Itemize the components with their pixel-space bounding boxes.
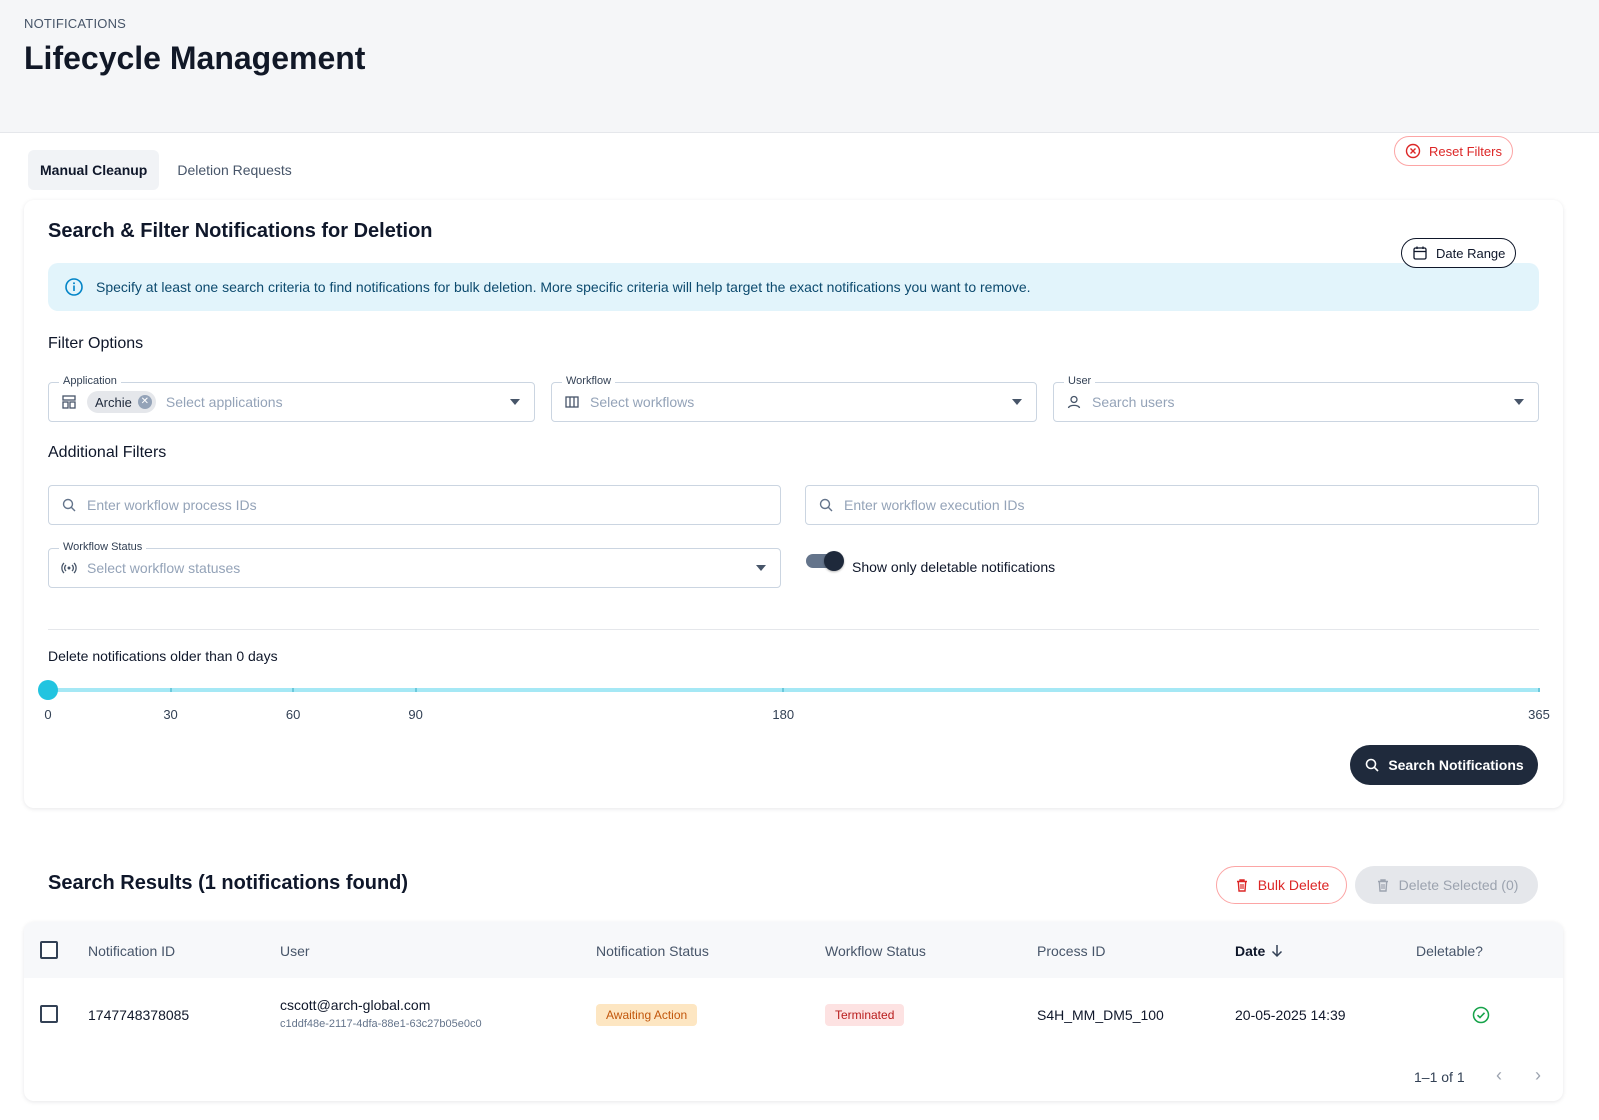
workflow-select[interactable]: Workflow Select workflows bbox=[551, 375, 1037, 422]
apps-icon bbox=[62, 395, 76, 409]
search-icon bbox=[62, 498, 76, 512]
slider-mark bbox=[292, 688, 295, 692]
column-header-workflow-status[interactable]: Workflow Status bbox=[825, 943, 926, 959]
column-header-date[interactable]: Date bbox=[1235, 943, 1283, 959]
search-notifications-button[interactable]: Search Notifications bbox=[1350, 745, 1538, 785]
results-title: Search Results (1 notifications found) bbox=[48, 872, 409, 894]
delete-selected-button[interactable]: Delete Selected (0) bbox=[1355, 866, 1538, 904]
additional-filters-label: Additional Filters bbox=[48, 444, 167, 461]
calendar-icon bbox=[1413, 246, 1427, 260]
chevron-down-icon bbox=[1514, 399, 1524, 405]
page-eyebrow: NOTIFICATIONS bbox=[24, 16, 127, 31]
age-slider-thumb[interactable] bbox=[38, 680, 58, 700]
age-slider-label: Delete notifications older than 0 days bbox=[48, 648, 278, 664]
application-label: Application bbox=[59, 375, 121, 387]
application-select[interactable]: Application Archie ✕ Select applications bbox=[48, 375, 535, 422]
date-range-button[interactable]: Date Range bbox=[1401, 238, 1517, 268]
date-range-label: Date Range bbox=[1436, 245, 1506, 261]
tab-manual-cleanup[interactable]: Manual Cleanup bbox=[28, 150, 160, 190]
arrow-down-icon bbox=[1272, 945, 1283, 958]
trash-icon bbox=[1236, 879, 1247, 892]
info-alert: Specify at least one search criteria to … bbox=[48, 263, 1539, 311]
search-icon bbox=[1366, 758, 1379, 772]
chevron-down-icon bbox=[1012, 399, 1022, 405]
deletable-toggle-label: Show only deletable notifications bbox=[852, 559, 1056, 575]
workflow-status-label: Workflow Status bbox=[59, 541, 147, 553]
bulk-delete-button[interactable]: Bulk Delete bbox=[1216, 866, 1347, 904]
page-header: NOTIFICATIONS Lifecycle Management bbox=[0, 0, 1599, 133]
age-slider-rail[interactable] bbox=[48, 688, 1539, 692]
deletable-toggle[interactable] bbox=[806, 551, 844, 571]
slider-mark bbox=[169, 688, 172, 692]
workflow-placeholder: Select workflows bbox=[590, 394, 695, 410]
check-circle-icon bbox=[1472, 1006, 1490, 1024]
trash-icon bbox=[1377, 879, 1388, 892]
table-header: Notification ID User Notification Status… bbox=[24, 922, 1563, 978]
process-ids-placeholder: Enter workflow process IDs bbox=[87, 497, 257, 513]
slider-mark-label: 180 bbox=[772, 707, 795, 722]
divider bbox=[48, 629, 1539, 630]
column-header-notification-status[interactable]: Notification Status bbox=[596, 943, 709, 959]
slider-mark-label: 90 bbox=[408, 707, 423, 722]
column-header-date-label: Date bbox=[1235, 943, 1266, 959]
process-ids-input[interactable]: Enter workflow process IDs bbox=[48, 485, 781, 525]
execution-ids-input[interactable]: Enter workflow execution IDs bbox=[805, 485, 1539, 525]
chevron-down-icon bbox=[510, 399, 520, 405]
delete-selected-label: Delete Selected (0) bbox=[1398, 877, 1519, 893]
page-title: Lifecycle Management bbox=[24, 40, 366, 76]
slider-mark bbox=[414, 688, 417, 692]
user-icon bbox=[1067, 395, 1081, 409]
notification-status-badge: Awaiting Action bbox=[596, 1004, 698, 1026]
cell-date: 20-05-2025 14:39 bbox=[1235, 1007, 1346, 1023]
tab-deletion-requests[interactable]: Deletion Requests bbox=[165, 150, 303, 190]
broadcast-icon bbox=[61, 562, 77, 574]
user-select[interactable]: User Search users bbox=[1053, 375, 1539, 422]
pagination-range: 1–1 of 1 bbox=[1414, 1069, 1465, 1085]
select-all-checkbox[interactable] bbox=[40, 941, 58, 959]
workflow-status-placeholder: Select workflow statuses bbox=[87, 560, 241, 576]
column-header-notification-id[interactable]: Notification ID bbox=[88, 943, 175, 959]
user-placeholder: Search users bbox=[1092, 394, 1175, 410]
user-label: User bbox=[1064, 375, 1096, 387]
slider-mark-label: 30 bbox=[163, 707, 178, 722]
info-icon bbox=[65, 278, 83, 296]
slider-mark bbox=[782, 688, 785, 692]
column-header-user[interactable]: User bbox=[280, 943, 310, 959]
chevron-down-icon bbox=[756, 565, 766, 571]
workflow-status-select[interactable]: Workflow Status Select workflow statuses bbox=[48, 541, 781, 588]
workflow-status-badge: Terminated bbox=[825, 1004, 905, 1026]
cell-notification-id: 1747748378085 bbox=[88, 1007, 190, 1023]
execution-ids-placeholder: Enter workflow execution IDs bbox=[844, 497, 1025, 513]
chip-remove-icon[interactable]: ✕ bbox=[137, 395, 152, 409]
bulk-delete-label: Bulk Delete bbox=[1257, 877, 1330, 893]
workflow-label: Workflow bbox=[562, 375, 616, 387]
slider-mark-label: 60 bbox=[285, 707, 301, 722]
results-table: Notification ID User Notification Status… bbox=[24, 922, 1563, 1101]
slider-mark-label: 0 bbox=[44, 707, 52, 722]
search-notifications-label: Search Notifications bbox=[1388, 757, 1524, 773]
tab-bar: Manual Cleanup Deletion Requests bbox=[28, 150, 304, 190]
chevron-right-icon[interactable]: › bbox=[1535, 1065, 1541, 1086]
chevron-left-icon[interactable]: ‹ bbox=[1496, 1065, 1502, 1086]
cell-user-email: cscott@arch-global.com bbox=[280, 997, 431, 1013]
column-header-process-id[interactable]: Process ID bbox=[1037, 943, 1105, 959]
cell-process-id: S4H_MM_DM5_100 bbox=[1037, 1007, 1164, 1023]
reset-filters-button[interactable]: Reset Filters bbox=[1394, 136, 1513, 166]
filter-card-title: Search & Filter Notifications for Deleti… bbox=[48, 220, 433, 242]
cell-user-id: c1ddf48e-2117-4dfa-88e1-63c27b05e0c0 bbox=[280, 1018, 482, 1030]
info-alert-text: Specify at least one search criteria to … bbox=[96, 279, 1031, 295]
search-icon bbox=[819, 498, 833, 512]
reset-filters-label: Reset Filters bbox=[1429, 143, 1502, 159]
slider-mark-label: 365 bbox=[1528, 707, 1550, 722]
row-checkbox[interactable] bbox=[40, 1005, 58, 1023]
columns-icon bbox=[565, 396, 579, 408]
slider-mark bbox=[1538, 688, 1540, 692]
application-chip-label: Archie bbox=[95, 394, 132, 410]
application-placeholder: Select applications bbox=[165, 394, 283, 410]
application-chip: Archie ✕ bbox=[87, 391, 156, 413]
cancel-circle-icon bbox=[1405, 143, 1421, 159]
filter-options-label: Filter Options bbox=[48, 335, 144, 352]
column-header-deletable[interactable]: Deletable? bbox=[1416, 943, 1483, 959]
toggle-knob bbox=[824, 551, 844, 571]
